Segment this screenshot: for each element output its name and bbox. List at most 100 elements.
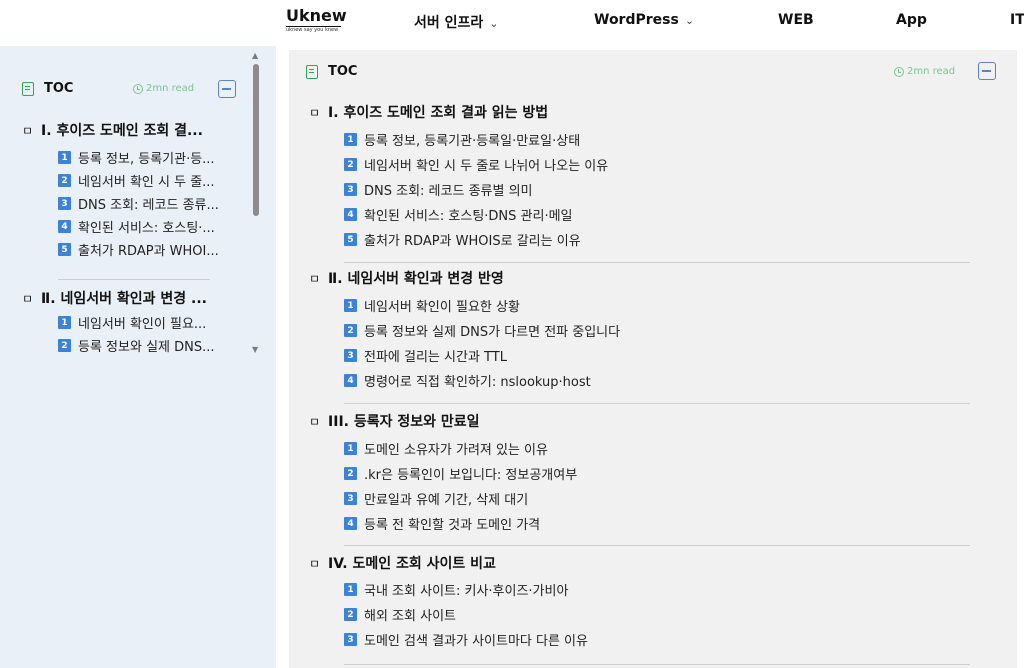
site-logo[interactable]: Uknew uknew say you knew bbox=[286, 7, 347, 34]
toc-divider bbox=[344, 664, 970, 665]
toc-subitems: 1 국내 조회 사이트: 키사·후이즈·가비아 2 해외 조회 사이트 3 도메인 검… bbox=[344, 577, 588, 652]
toc-section-2[interactable]: ㅁ Ⅱ. 네임서버 확인과 변경 반영 bbox=[309, 268, 504, 288]
toc-item[interactable]: 2 .kr은 등록인이 보입니다: 정보공개여부 bbox=[344, 461, 577, 486]
nav-item-app[interactable]: App bbox=[896, 12, 927, 28]
toc-item[interactable]: 3 전파에 걸리는 시간과 TTL bbox=[344, 343, 620, 368]
chevron-down-icon: ⌄ bbox=[684, 14, 695, 27]
toc-divider bbox=[58, 279, 210, 280]
toc-item[interactable]: 3 도메인 검색 결과가 사이트마다 다른 이유 bbox=[344, 627, 588, 652]
number-badge: 2 bbox=[344, 324, 357, 337]
toc-subitems: 1 네임서버 확인이 필요... 2 등록 정보와 실제 DNS... bbox=[58, 311, 243, 357]
toc-divider bbox=[344, 545, 970, 546]
toc-subitems: 1 등록 정보, 등록기관·등록일·만료일·상태 2 네임서버 확인 시 두 줄로 … bbox=[344, 127, 608, 252]
toc-section-1[interactable]: ㅁ Ⅰ. 후이즈 도메인 조회 결과 읽는 방법 bbox=[309, 102, 548, 122]
toc-subitems: 1 네임서버 확인이 필요한 상황 2 등록 정보와 실제 DNS가 다르면 전파 … bbox=[344, 293, 620, 393]
top-navigation: Uknew uknew say you knew 서버 인프라 ⌄ WordPre… bbox=[0, 0, 1024, 46]
toc-item[interactable]: 5 출처가 RDAP과 WHOIS로 갈리는 이유 bbox=[344, 227, 608, 252]
book-icon bbox=[306, 64, 318, 79]
toc-item[interactable]: 3 DNS 조회: 레코드 종류별 의미 bbox=[344, 177, 608, 202]
toc-collapse-button[interactable] bbox=[978, 62, 996, 80]
number-badge: 5 bbox=[58, 243, 71, 256]
bookmark-icon: ㅁ bbox=[22, 291, 34, 306]
number-badge: 1 bbox=[58, 151, 71, 164]
toc-item[interactable]: 2 네임서버 확인 시 두 줄... bbox=[58, 169, 243, 192]
number-badge: 5 bbox=[344, 233, 357, 246]
nav-item-server-infra[interactable]: 서버 인프라 ⌄ bbox=[414, 12, 499, 32]
number-badge: 2 bbox=[344, 158, 357, 171]
number-badge: 4 bbox=[344, 517, 357, 530]
toc-item[interactable]: 1 국내 조회 사이트: 키사·후이즈·가비아 bbox=[344, 577, 588, 602]
logo-tagline: uknew say you knew bbox=[286, 27, 339, 33]
nav-label: 서버 인프라 bbox=[414, 15, 484, 31]
number-badge: 4 bbox=[344, 374, 357, 387]
toc-section-3[interactable]: ㅁ III. 등록자 정보와 만료일 bbox=[309, 411, 480, 431]
read-time: 2mn read bbox=[894, 66, 955, 77]
nav-label: WordPress bbox=[594, 12, 679, 28]
number-badge: 2 bbox=[58, 174, 71, 187]
number-badge: 2 bbox=[58, 339, 71, 352]
toc-section-title[interactable]: ㅁ Ⅱ. 네임서버 확인과 변경 반영 bbox=[309, 268, 504, 288]
toc-item[interactable]: 2 해외 조회 사이트 bbox=[344, 602, 588, 627]
number-badge: 4 bbox=[58, 220, 71, 233]
toc-subitems: 1 등록 정보, 등록기관·등... 2 네임서버 확인 시 두 줄... 3 DNS… bbox=[58, 146, 243, 261]
read-time-label: 2mn read bbox=[907, 66, 956, 77]
toc-item[interactable]: 4 확인된 서비스: 호스팅·DNS 관리·메일 bbox=[344, 202, 608, 227]
toc-section-title[interactable]: ㅁ Ⅰ. 후이즈 도메인 조회 결... bbox=[22, 120, 243, 140]
logo-text: Uknew bbox=[286, 6, 347, 25]
toc-item[interactable]: 1 등록 정보, 등록기관·등... bbox=[58, 146, 243, 169]
toc-title: TOC bbox=[328, 64, 358, 79]
toc-section-4[interactable]: ㅁ IV. 도메인 조회 사이트 비교 bbox=[309, 553, 496, 573]
bookmark-icon: ㅁ bbox=[309, 105, 321, 120]
number-badge: 3 bbox=[344, 633, 357, 646]
toc-item[interactable]: 2 등록 정보와 실제 DNS... bbox=[58, 334, 243, 357]
sidebar-toc-list[interactable]: ㅁ Ⅰ. 후이즈 도메인 조회 결... 1 등록 정보, 등록기관·등... 2네… bbox=[8, 64, 243, 360]
toc-item[interactable]: 5 출처가 RDAP과 WHOI... bbox=[58, 238, 243, 261]
nav-label: IT bbox=[1010, 12, 1024, 28]
toc-item[interactable]: 2 등록 정보와 실제 DNS가 다르면 전파 중입니다 bbox=[344, 318, 620, 343]
number-badge: 4 bbox=[344, 208, 357, 221]
main-toc-header: TOC bbox=[306, 64, 357, 79]
number-badge: 3 bbox=[58, 197, 71, 210]
toc-item[interactable]: 1 도메인 소유자가 가려져 있는 이유 bbox=[344, 436, 577, 461]
toc-divider bbox=[344, 403, 970, 404]
number-badge: 3 bbox=[344, 349, 357, 362]
toc-item[interactable]: 1 등록 정보, 등록기관·등록일·만료일·상태 bbox=[344, 127, 608, 152]
bookmark-icon: ㅁ bbox=[22, 123, 34, 138]
toc-section-title[interactable]: ㅁ Ⅰ. 후이즈 도메인 조회 결과 읽는 방법 bbox=[309, 102, 548, 122]
number-badge: 2 bbox=[344, 608, 357, 621]
toc-item[interactable]: 3 만료일과 유예 기간, 삭제 대기 bbox=[344, 486, 577, 511]
nav-label: WEB bbox=[778, 12, 814, 28]
scroll-up-arrow-icon[interactable]: ▲ bbox=[252, 52, 258, 60]
main-toc-panel: TOC 2mn read ㅁ Ⅰ. 후이즈 도메인 조회 결과 읽는 방법 1 등록… bbox=[289, 50, 1017, 668]
toc-section-title[interactable]: ㅁ IV. 도메인 조회 사이트 비교 bbox=[309, 553, 496, 573]
number-badge: 3 bbox=[344, 492, 357, 505]
nav-item-wordpress[interactable]: WordPress ⌄ bbox=[594, 12, 694, 28]
bookmark-icon: ㅁ bbox=[309, 271, 321, 286]
number-badge: 1 bbox=[344, 133, 357, 146]
sidebar-scrollbar[interactable]: ▲ ▼ bbox=[251, 52, 261, 358]
bookmark-icon: ㅁ bbox=[309, 414, 321, 429]
chevron-down-icon: ⌄ bbox=[489, 17, 499, 30]
scrollbar-thumb[interactable] bbox=[253, 64, 259, 216]
clock-icon bbox=[894, 66, 904, 77]
nav-item-it[interactable]: IT bbox=[1010, 12, 1024, 28]
toc-section-title[interactable]: ㅁ III. 등록자 정보와 만료일 bbox=[309, 411, 480, 431]
toc-section[interactable]: ㅁ Ⅱ. 네임서버 확인과 변경 ... bbox=[22, 288, 243, 308]
toc-item[interactable]: 1 네임서버 확인이 필요... bbox=[58, 311, 243, 334]
toc-subitems: 1 도메인 소유자가 가려져 있는 이유 2 .kr은 등록인이 보입니다: 정보공… bbox=[344, 436, 577, 536]
scroll-down-arrow-icon[interactable]: ▼ bbox=[252, 346, 258, 354]
toc-section-title[interactable]: ㅁ Ⅱ. 네임서버 확인과 변경 ... bbox=[22, 288, 243, 308]
toc-item[interactable]: 4 명령어로 직접 확인하기: nslookup·host bbox=[344, 368, 620, 393]
toc-section[interactable]: ㅁ Ⅰ. 후이즈 도메인 조회 결... bbox=[22, 120, 243, 140]
number-badge: 1 bbox=[344, 299, 357, 312]
toc-item[interactable]: 4 등록 전 확인할 것과 도메인 가격 bbox=[344, 511, 577, 536]
toc-item[interactable]: 1 네임서버 확인이 필요한 상황 bbox=[344, 293, 620, 318]
number-badge: 1 bbox=[344, 442, 357, 455]
bookmark-icon: ㅁ bbox=[309, 556, 321, 571]
toc-item[interactable]: 2 네임서버 확인 시 두 줄로 나뉘어 나오는 이유 bbox=[344, 152, 608, 177]
toc-item[interactable]: 3 DNS 조회: 레코드 종류... bbox=[58, 192, 243, 215]
number-badge: 2 bbox=[344, 467, 357, 480]
toc-item[interactable]: 4 확인된 서비스: 호스팅·... bbox=[58, 215, 243, 238]
nav-item-web[interactable]: WEB bbox=[778, 12, 814, 28]
nav-label: App bbox=[896, 12, 927, 28]
